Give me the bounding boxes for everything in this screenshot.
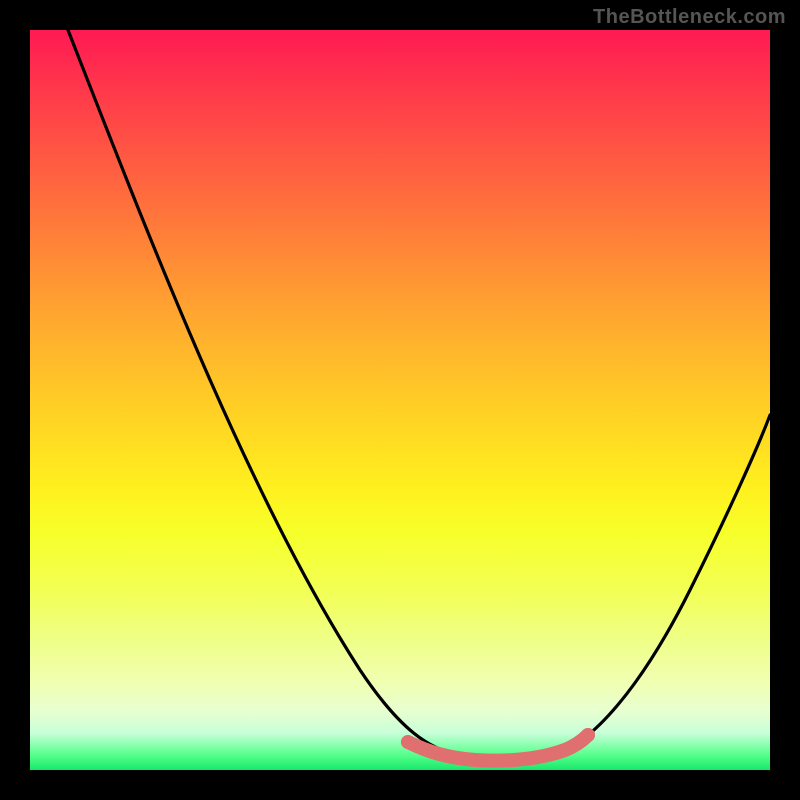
watermark-text: TheBottleneck.com (593, 6, 786, 29)
highlight-end-left (401, 735, 415, 749)
bottleneck-curve (68, 30, 770, 758)
highlight-end-right (581, 728, 595, 742)
chart-frame: TheBottleneck.com (0, 0, 800, 800)
plot-overlay (30, 30, 770, 770)
bottom-highlight-stroke (408, 735, 588, 761)
